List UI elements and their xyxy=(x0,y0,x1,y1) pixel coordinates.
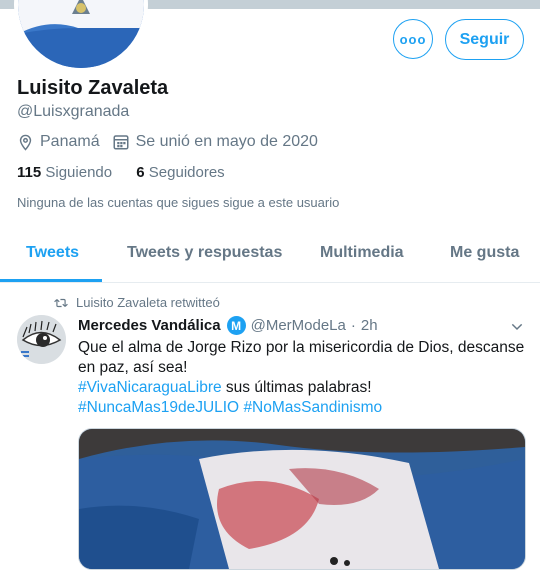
follow-note: Ninguna de las cuentas que sigues sigue … xyxy=(17,195,340,210)
separator-dot: · xyxy=(350,317,356,334)
profile-meta: Panamá Se unió en mayo de 2020 xyxy=(17,133,330,151)
more-options-button[interactable]: ooo xyxy=(393,19,433,59)
follow-button[interactable]: Seguir xyxy=(445,19,524,60)
calendar-icon xyxy=(113,135,129,150)
hashtag-link[interactable]: #NuncaMas19deJULIO xyxy=(78,399,239,416)
location: Panamá xyxy=(17,133,100,151)
tweet-header: Mercedes Vandálica M @MerModeLa · 2h xyxy=(78,316,378,335)
hashtag-link[interactable]: #NoMasSandinismo xyxy=(243,399,382,416)
tab-tweets-replies[interactable]: Tweets y respuestas xyxy=(127,244,282,262)
tweet-text-line1: Que el alma de Jorge Rizo por la miseric… xyxy=(78,339,525,376)
m-badge-icon: M xyxy=(226,316,246,335)
following-link[interactable]: 115 Siguiendo xyxy=(17,164,112,181)
tweet-text: Que el alma de Jorge Rizo por la miseric… xyxy=(78,338,528,418)
retweet-context: Luisito Zavaleta retwitteó xyxy=(54,295,220,310)
tweet-author-name[interactable]: Mercedes Vandálica xyxy=(78,317,221,334)
eye-avatar-image xyxy=(17,315,66,364)
location-text: Panamá xyxy=(40,133,100,150)
follow-counts: 115 Siguiendo 6 Seguidores xyxy=(17,164,225,181)
tab-tweets[interactable]: Tweets xyxy=(26,244,79,262)
profile-avatar[interactable] xyxy=(14,0,148,72)
tweet-media-image[interactable] xyxy=(78,428,526,570)
tab-media[interactable]: Multimedia xyxy=(320,244,404,262)
tweet-time[interactable]: 2h xyxy=(361,317,378,334)
retweet-label: Luisito Zavaleta retwitteó xyxy=(76,295,220,310)
tab-likes[interactable]: Me gusta xyxy=(450,244,519,262)
more-icon: ooo xyxy=(399,31,427,47)
nicaragua-flag-avatar-image xyxy=(18,0,144,68)
bloodied-flag-photo xyxy=(79,429,525,569)
active-tab-indicator xyxy=(0,279,102,282)
tweet-author-avatar[interactable] xyxy=(17,315,66,364)
following-count: 115 xyxy=(17,164,42,181)
followers-count: 6 xyxy=(136,164,145,181)
retweet-icon xyxy=(54,298,68,307)
join-date: Se unió en mayo de 2020 xyxy=(112,133,318,151)
tweet-author-handle[interactable]: @MerModeLa xyxy=(251,317,346,334)
follow-button-label: Seguir xyxy=(459,30,510,48)
following-label: Siguiendo xyxy=(45,164,113,181)
profile-tabs: Tweets Tweets y respuestas Multimedia Me… xyxy=(0,232,540,283)
profile-name: Luisito Zavaleta xyxy=(17,77,169,99)
profile-handle: @Luisxgranada xyxy=(17,103,130,120)
tweet-text-line2: sus últimas palabras! xyxy=(221,379,372,396)
join-date-text: Se unió en mayo de 2020 xyxy=(135,133,318,150)
chevron-down-icon[interactable] xyxy=(509,319,525,335)
followers-link[interactable]: 6 Seguidores xyxy=(136,164,224,181)
location-pin-icon xyxy=(19,134,32,151)
followers-label: Seguidores xyxy=(148,164,225,181)
hashtag-link[interactable]: #VivaNicaraguaLibre xyxy=(78,379,222,396)
